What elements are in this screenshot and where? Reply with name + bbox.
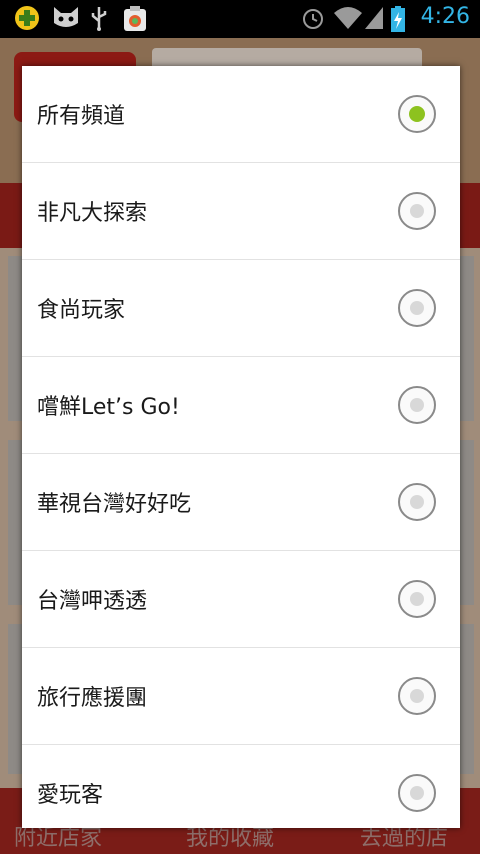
channel-option[interactable]: 愛玩客 xyxy=(22,745,460,828)
radio-button-checked[interactable] xyxy=(398,95,436,133)
battery-charging-icon xyxy=(390,5,406,37)
radio-button[interactable] xyxy=(398,192,436,230)
radio-dot-icon xyxy=(410,592,424,606)
cat-mask-icon xyxy=(52,5,80,35)
radio-button[interactable] xyxy=(398,386,436,424)
channel-option[interactable]: 食尚玩家 xyxy=(22,260,460,357)
radio-dot-icon xyxy=(410,689,424,703)
channel-option[interactable]: 所有頻道 xyxy=(22,66,460,163)
channel-option-label: 台灣呷透透 xyxy=(37,589,148,614)
status-bar: 4:26 xyxy=(0,0,480,38)
channel-option-label: 非凡大探索 xyxy=(37,201,148,226)
radio-dot-icon xyxy=(410,786,424,800)
radio-dot-icon xyxy=(410,495,424,509)
channel-option-label: 嚐鮮Let’s Go! xyxy=(37,395,180,420)
signal-icon xyxy=(364,5,384,35)
radio-dot-icon xyxy=(410,204,424,218)
channel-option-label: 食尚玩家 xyxy=(37,298,126,323)
radio-dot-icon xyxy=(410,301,424,315)
radio-dot-icon xyxy=(410,398,424,412)
channel-option[interactable]: 華視台灣好好吃 xyxy=(22,454,460,551)
usb-icon xyxy=(90,5,108,35)
radio-button[interactable] xyxy=(398,483,436,521)
channel-option[interactable]: 非凡大探索 xyxy=(22,163,460,260)
channel-option[interactable]: 台灣呷透透 xyxy=(22,551,460,648)
channel-select-dialog: 所有頻道非凡大探索食尚玩家嚐鮮Let’s Go! 華視台灣好好吃 台灣呷透透旅行應援… xyxy=(22,66,460,828)
channel-option-label: 愛玩客 xyxy=(37,783,104,808)
wifi-icon xyxy=(333,5,363,35)
app-shield-icon xyxy=(122,5,148,37)
plus-circle-icon xyxy=(14,5,40,35)
channel-option-label: 旅行應援團 xyxy=(37,686,148,711)
channel-option[interactable]: 旅行應援團 xyxy=(22,648,460,745)
channel-option[interactable]: 嚐鮮Let’s Go! xyxy=(22,357,460,454)
radio-button[interactable] xyxy=(398,677,436,715)
channel-option-label: 所有頻道 xyxy=(37,104,126,129)
radio-button[interactable] xyxy=(398,580,436,618)
clock: 4:26 xyxy=(420,4,470,29)
alarm-icon xyxy=(300,5,326,35)
radio-button[interactable] xyxy=(398,774,436,812)
radio-dot-icon xyxy=(409,106,425,122)
radio-button[interactable] xyxy=(398,289,436,327)
channel-option-label: 華視台灣好好吃 xyxy=(37,492,192,517)
